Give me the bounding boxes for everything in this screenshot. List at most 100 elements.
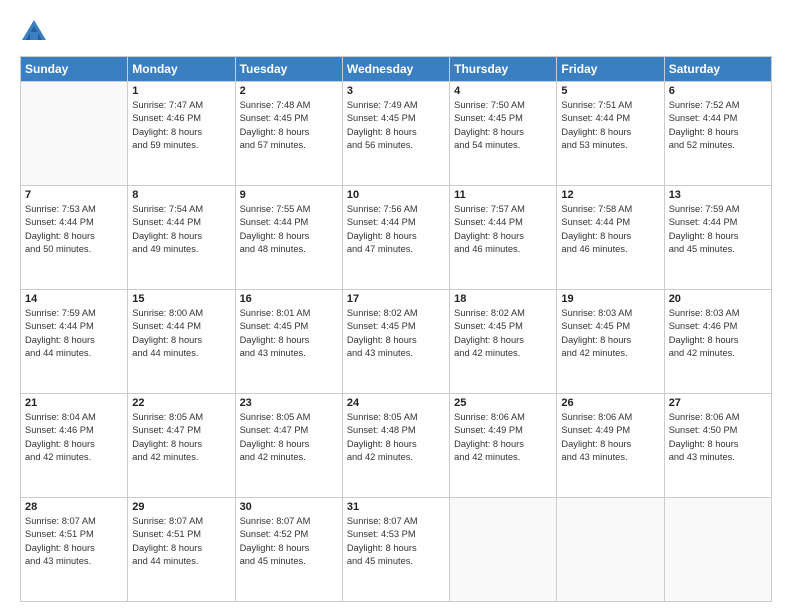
day-number: 16 [240, 293, 338, 305]
logo-icon [20, 18, 48, 46]
weekday-header-row: SundayMondayTuesdayWednesdayThursdayFrid… [21, 57, 772, 82]
day-info: Sunrise: 8:04 AMSunset: 4:46 PMDaylight:… [25, 411, 123, 465]
calendar-cell: 21 Sunrise: 8:04 AMSunset: 4:46 PMDayligh… [21, 394, 128, 498]
day-number: 8 [132, 189, 230, 201]
day-number: 12 [561, 189, 659, 201]
day-number: 30 [240, 501, 338, 513]
day-number: 11 [454, 189, 552, 201]
calendar-cell: 26 Sunrise: 8:06 AMSunset: 4:49 PMDayligh… [557, 394, 664, 498]
day-number: 3 [347, 85, 445, 97]
logo [20, 18, 52, 46]
calendar-cell: 27 Sunrise: 8:06 AMSunset: 4:50 PMDayligh… [664, 394, 771, 498]
day-number: 6 [669, 85, 767, 97]
day-number: 27 [669, 397, 767, 409]
calendar-cell [450, 498, 557, 602]
calendar-cell: 3 Sunrise: 7:49 AMSunset: 4:45 PMDaylight… [342, 82, 449, 186]
day-number: 28 [25, 501, 123, 513]
day-info: Sunrise: 7:59 AMSunset: 4:44 PMDaylight:… [669, 203, 767, 257]
day-info: Sunrise: 7:50 AMSunset: 4:45 PMDaylight:… [454, 99, 552, 153]
day-info: Sunrise: 8:05 AMSunset: 4:48 PMDaylight:… [347, 411, 445, 465]
day-info: Sunrise: 8:06 AMSunset: 4:50 PMDaylight:… [669, 411, 767, 465]
day-number: 1 [132, 85, 230, 97]
day-number: 19 [561, 293, 659, 305]
calendar-cell: 14 Sunrise: 7:59 AMSunset: 4:44 PMDayligh… [21, 290, 128, 394]
weekday-header-thursday: Thursday [450, 57, 557, 82]
calendar-cell: 24 Sunrise: 8:05 AMSunset: 4:48 PMDayligh… [342, 394, 449, 498]
day-number: 7 [25, 189, 123, 201]
day-info: Sunrise: 8:01 AMSunset: 4:45 PMDaylight:… [240, 307, 338, 361]
calendar-cell: 22Sunrise: 8:05 AMSunset: 4:47 PMDayligh… [128, 394, 235, 498]
day-info: Sunrise: 8:03 AMSunset: 4:45 PMDaylight:… [561, 307, 659, 361]
day-info: Sunrise: 8:06 AMSunset: 4:49 PMDaylight:… [561, 411, 659, 465]
calendar-cell: 18 Sunrise: 8:02 AMSunset: 4:45 PMDayligh… [450, 290, 557, 394]
day-number: 24 [347, 397, 445, 409]
calendar-cell: 4 Sunrise: 7:50 AMSunset: 4:45 PMDaylight… [450, 82, 557, 186]
calendar-cell: 16 Sunrise: 8:01 AMSunset: 4:45 PMDayligh… [235, 290, 342, 394]
calendar-cell: 31 Sunrise: 8:07 AMSunset: 4:53 PMDayligh… [342, 498, 449, 602]
calendar-week-row: 21 Sunrise: 8:04 AMSunset: 4:46 PMDayligh… [21, 394, 772, 498]
day-number: 21 [25, 397, 123, 409]
weekday-header-friday: Friday [557, 57, 664, 82]
calendar-cell: 2 Sunrise: 7:48 AMSunset: 4:45 PMDaylight… [235, 82, 342, 186]
day-number: 22 [132, 397, 230, 409]
day-info: Sunrise: 7:56 AMSunset: 4:44 PMDaylight:… [347, 203, 445, 257]
calendar-week-row: 7 Sunrise: 7:53 AMSunset: 4:44 PMDaylight… [21, 186, 772, 290]
day-number: 2 [240, 85, 338, 97]
weekday-header-sunday: Sunday [21, 57, 128, 82]
day-info: Sunrise: 7:53 AMSunset: 4:44 PMDaylight:… [25, 203, 123, 257]
calendar-table: SundayMondayTuesdayWednesdayThursdayFrid… [20, 56, 772, 602]
day-number: 14 [25, 293, 123, 305]
day-info: Sunrise: 7:59 AMSunset: 4:44 PMDaylight:… [25, 307, 123, 361]
day-number: 5 [561, 85, 659, 97]
calendar-week-row: 1 Sunrise: 7:47 AMSunset: 4:46 PMDaylight… [21, 82, 772, 186]
day-number: 18 [454, 293, 552, 305]
day-number: 17 [347, 293, 445, 305]
calendar-cell: 8Sunrise: 7:54 AMSunset: 4:44 PMDaylight… [128, 186, 235, 290]
day-info: Sunrise: 7:49 AMSunset: 4:45 PMDaylight:… [347, 99, 445, 153]
day-number: 4 [454, 85, 552, 97]
weekday-header-tuesday: Tuesday [235, 57, 342, 82]
day-info: Sunrise: 8:03 AMSunset: 4:46 PMDaylight:… [669, 307, 767, 361]
calendar-cell: 20 Sunrise: 8:03 AMSunset: 4:46 PMDayligh… [664, 290, 771, 394]
calendar-cell: 7 Sunrise: 7:53 AMSunset: 4:44 PMDaylight… [21, 186, 128, 290]
calendar-cell: 17Sunrise: 8:02 AMSunset: 4:45 PMDayligh… [342, 290, 449, 394]
day-info: Sunrise: 8:07 AMSunset: 4:51 PMDaylight:… [132, 515, 230, 569]
day-info: Sunrise: 8:02 AMSunset: 4:45 PMDaylight:… [454, 307, 552, 361]
weekday-header-wednesday: Wednesday [342, 57, 449, 82]
calendar-cell: 28 Sunrise: 8:07 AMSunset: 4:51 PMDayligh… [21, 498, 128, 602]
day-number: 23 [240, 397, 338, 409]
day-info: Sunrise: 8:07 AMSunset: 4:52 PMDaylight:… [240, 515, 338, 569]
day-number: 31 [347, 501, 445, 513]
day-info: Sunrise: 7:47 AMSunset: 4:46 PMDaylight:… [132, 99, 230, 153]
day-info: Sunrise: 7:52 AMSunset: 4:44 PMDaylight:… [669, 99, 767, 153]
day-info: Sunrise: 7:55 AMSunset: 4:44 PMDaylight:… [240, 203, 338, 257]
day-number: 25 [454, 397, 552, 409]
day-info: Sunrise: 7:48 AMSunset: 4:45 PMDaylight:… [240, 99, 338, 153]
day-info: Sunrise: 8:06 AMSunset: 4:49 PMDaylight:… [454, 411, 552, 465]
day-number: 26 [561, 397, 659, 409]
weekday-header-monday: Monday [128, 57, 235, 82]
day-info: Sunrise: 8:05 AMSunset: 4:47 PMDaylight:… [240, 411, 338, 465]
day-number: 15 [132, 293, 230, 305]
day-number: 10 [347, 189, 445, 201]
calendar-cell: 15Sunrise: 8:00 AMSunset: 4:44 PMDayligh… [128, 290, 235, 394]
day-info: Sunrise: 8:07 AMSunset: 4:51 PMDaylight:… [25, 515, 123, 569]
calendar-cell: 5 Sunrise: 7:51 AMSunset: 4:44 PMDaylight… [557, 82, 664, 186]
calendar-cell: 29Sunrise: 8:07 AMSunset: 4:51 PMDayligh… [128, 498, 235, 602]
day-info: Sunrise: 8:07 AMSunset: 4:53 PMDaylight:… [347, 515, 445, 569]
calendar-week-row: 28 Sunrise: 8:07 AMSunset: 4:51 PMDayligh… [21, 498, 772, 602]
calendar-cell: 30 Sunrise: 8:07 AMSunset: 4:52 PMDayligh… [235, 498, 342, 602]
calendar-cell: 1 Sunrise: 7:47 AMSunset: 4:46 PMDaylight… [128, 82, 235, 186]
calendar-cell: 25 Sunrise: 8:06 AMSunset: 4:49 PMDayligh… [450, 394, 557, 498]
day-info: Sunrise: 7:57 AMSunset: 4:44 PMDaylight:… [454, 203, 552, 257]
day-info: Sunrise: 7:51 AMSunset: 4:44 PMDaylight:… [561, 99, 659, 153]
calendar-page: SundayMondayTuesdayWednesdayThursdayFrid… [0, 0, 792, 612]
calendar-cell [664, 498, 771, 602]
day-info: Sunrise: 7:58 AMSunset: 4:44 PMDaylight:… [561, 203, 659, 257]
page-header [20, 18, 772, 46]
calendar-cell: 19 Sunrise: 8:03 AMSunset: 4:45 PMDayligh… [557, 290, 664, 394]
calendar-cell: 6 Sunrise: 7:52 AMSunset: 4:44 PMDaylight… [664, 82, 771, 186]
calendar-cell: 10 Sunrise: 7:56 AMSunset: 4:44 PMDayligh… [342, 186, 449, 290]
day-number: 20 [669, 293, 767, 305]
calendar-cell: 9Sunrise: 7:55 AMSunset: 4:44 PMDaylight… [235, 186, 342, 290]
